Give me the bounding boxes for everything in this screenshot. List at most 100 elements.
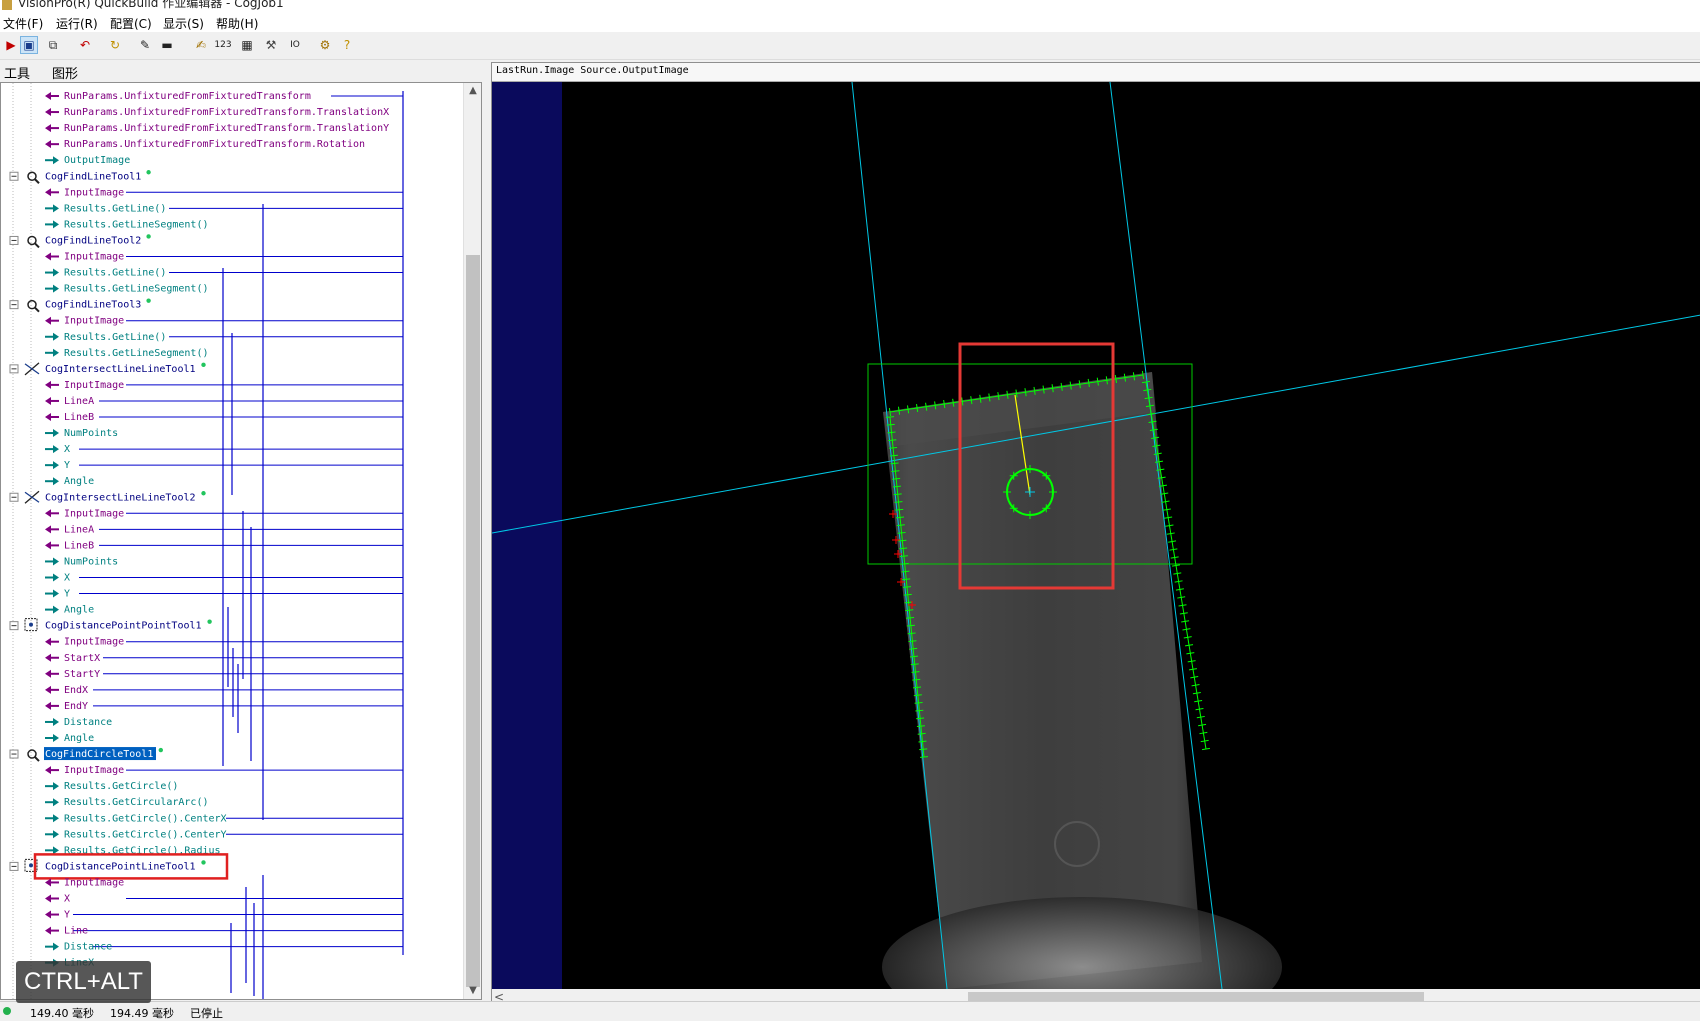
menu-file[interactable]: 文件(F): [3, 15, 43, 32]
tree-scroll-thumb[interactable]: [466, 255, 480, 987]
terminal-node[interactable]: Results.GetLine(): [45, 332, 166, 343]
terminal-node[interactable]: NumPoints: [45, 428, 118, 439]
image-display[interactable]: [492, 82, 1700, 989]
terminal-name[interactable]: RunParams.UnfixturedFromFixturedTransfor…: [64, 139, 365, 150]
terminal-node[interactable]: Y: [45, 460, 70, 471]
menu-help[interactable]: 帮助(H): [216, 15, 258, 32]
terminal-node[interactable]: InputImage: [45, 187, 124, 198]
terminal-name[interactable]: EndX: [64, 685, 88, 696]
terminal-name[interactable]: LineA: [64, 524, 94, 535]
terminal-name[interactable]: InputImage: [64, 637, 124, 648]
terminal-name[interactable]: Results.GetCircle().CenterY: [64, 829, 227, 840]
terminal-node[interactable]: X: [45, 444, 70, 455]
terminal-node[interactable]: Y: [45, 910, 70, 921]
terminal-node[interactable]: InputImage: [45, 508, 124, 519]
terminal-name[interactable]: RunParams.UnfixturedFromFixturedTransfor…: [64, 123, 389, 134]
terminal-name[interactable]: Results.GetLineSegment(): [64, 219, 209, 230]
terminal-name[interactable]: Y: [64, 460, 70, 471]
tab-tools[interactable]: 工具: [4, 63, 30, 82]
results-grid-icon[interactable]: ▦: [238, 36, 256, 54]
terminal-name[interactable]: RunParams.UnfixturedFromFixturedTransfor…: [64, 107, 389, 118]
terminal-name[interactable]: Distance: [64, 717, 112, 728]
notes-icon[interactable]: ✍: [192, 36, 210, 54]
terminal-name[interactable]: StartX: [64, 653, 100, 664]
terminal-node[interactable]: InputImage: [45, 380, 124, 391]
tool-node[interactable]: CogIntersectLineLineTool2: [9, 490, 206, 504]
terminal-name[interactable]: Results.GetCircle().CenterX: [64, 813, 227, 824]
terminal-node[interactable]: Y: [45, 589, 70, 600]
run-once-icon[interactable]: ▶: [2, 36, 20, 54]
menu-config[interactable]: 配置(C): [110, 15, 152, 32]
terminal-node[interactable]: Results.GetCircle().CenterY: [45, 829, 227, 840]
terminal-name[interactable]: Results.GetLineSegment(): [64, 348, 209, 359]
terminal-node[interactable]: LineA: [45, 524, 94, 535]
tree-vertical-scrollbar[interactable]: ▲ ▼: [463, 83, 481, 999]
terminal-node[interactable]: RunParams.UnfixturedFromFixturedTransfor…: [45, 123, 389, 134]
image-view-icon[interactable]: ▣: [20, 36, 38, 54]
terminal-node[interactable]: InputImage: [45, 252, 124, 263]
terminal-node[interactable]: EndX: [45, 685, 88, 696]
numeric-display-icon[interactable]: 123: [214, 36, 232, 54]
terminal-node[interactable]: LineA: [45, 396, 94, 407]
terminal-name[interactable]: EndY: [64, 701, 88, 712]
terminal-node[interactable]: StartX: [45, 653, 100, 664]
terminal-node[interactable]: RunParams.UnfixturedFromFixturedTransfor…: [45, 139, 365, 150]
terminal-node[interactable]: NumPoints: [45, 556, 118, 567]
terminal-name[interactable]: Angle: [64, 733, 94, 744]
terminal-node[interactable]: Results.GetLineSegment(): [45, 284, 209, 295]
terminal-node[interactable]: Results.GetLineSegment(): [45, 348, 209, 359]
terminal-name[interactable]: InputImage: [64, 187, 124, 198]
terminal-name[interactable]: Results.GetLine(): [64, 203, 166, 214]
tool-name[interactable]: CogFindLineTool1: [45, 171, 141, 182]
terminal-name[interactable]: Y: [64, 589, 70, 600]
terminal-name[interactable]: LineB: [64, 540, 94, 551]
tool-name[interactable]: CogIntersectLineLineTool1: [45, 364, 196, 375]
terminal-name[interactable]: StartY: [64, 669, 100, 680]
terminal-name[interactable]: RunParams.UnfixturedFromFixturedTransfor…: [64, 91, 311, 102]
terminal-node[interactable]: Angle: [45, 733, 94, 744]
menu-display[interactable]: 显示(S): [163, 15, 204, 32]
terminal-name[interactable]: X: [64, 444, 70, 455]
scroll-down-icon[interactable]: ▼: [464, 983, 481, 999]
terminal-node[interactable]: LineB: [45, 412, 94, 423]
windows-icon[interactable]: ⧉: [44, 36, 62, 54]
terminal-node[interactable]: Results.GetCircularArc(): [45, 797, 209, 808]
tool-node[interactable]: CogIntersectLineLineTool1: [9, 362, 206, 376]
terminal-node[interactable]: Angle: [45, 605, 94, 616]
terminal-name[interactable]: InputImage: [64, 316, 124, 327]
tool-name[interactable]: CogFindLineTool2: [45, 235, 141, 246]
terminal-name[interactable]: LineA: [64, 396, 94, 407]
terminal-name[interactable]: InputImage: [64, 508, 124, 519]
terminal-node[interactable]: Angle: [45, 476, 94, 487]
terminal-name[interactable]: Angle: [64, 605, 94, 616]
terminal-node[interactable]: Distance: [45, 942, 112, 953]
reset-icon[interactable]: ↶: [76, 36, 94, 54]
scroll-up-icon[interactable]: ▲: [464, 83, 481, 99]
terminal-node[interactable]: InputImage: [45, 316, 124, 327]
terminal-name[interactable]: Angle: [64, 476, 94, 487]
help-icon[interactable]: ?: [338, 36, 356, 54]
tool-name[interactable]: CogDistancePointPointTool1: [45, 621, 202, 632]
terminal-name[interactable]: NumPoints: [64, 428, 118, 439]
terminal-node[interactable]: InputImage: [45, 765, 124, 776]
terminal-node[interactable]: InputImage: [45, 637, 124, 648]
tool-node[interactable]: CogDistancePointLineTool1: [9, 853, 229, 880]
tool-node[interactable]: CogDistancePointPointTool1: [9, 618, 212, 632]
settings-icon[interactable]: ⚙: [316, 36, 334, 54]
terminal-node[interactable]: Distance: [45, 717, 112, 728]
terminal-name[interactable]: NumPoints: [64, 556, 118, 567]
terminal-name[interactable]: Results.GetLine(): [64, 332, 166, 343]
terminal-node[interactable]: RunParams.UnfixturedFromFixturedTransfor…: [45, 107, 389, 118]
terminal-name[interactable]: Distance: [64, 942, 112, 953]
tool-name[interactable]: CogIntersectLineLineTool2: [45, 492, 196, 503]
terminal-node[interactable]: Line: [45, 926, 88, 937]
terminal-name[interactable]: Y: [64, 910, 70, 921]
wand-icon[interactable]: ✎: [136, 36, 154, 54]
tab-graphics[interactable]: 图形: [52, 63, 78, 82]
terminal-name[interactable]: X: [64, 573, 70, 584]
terminal-node[interactable]: Results.GetLineSegment(): [45, 219, 209, 230]
terminal-node[interactable]: Results.GetLine(): [45, 268, 166, 279]
refresh-icon[interactable]: ↻: [106, 36, 124, 54]
io-icon[interactable]: IO: [286, 36, 304, 54]
tool-name[interactable]: CogDistancePointLineTool1: [45, 861, 196, 872]
